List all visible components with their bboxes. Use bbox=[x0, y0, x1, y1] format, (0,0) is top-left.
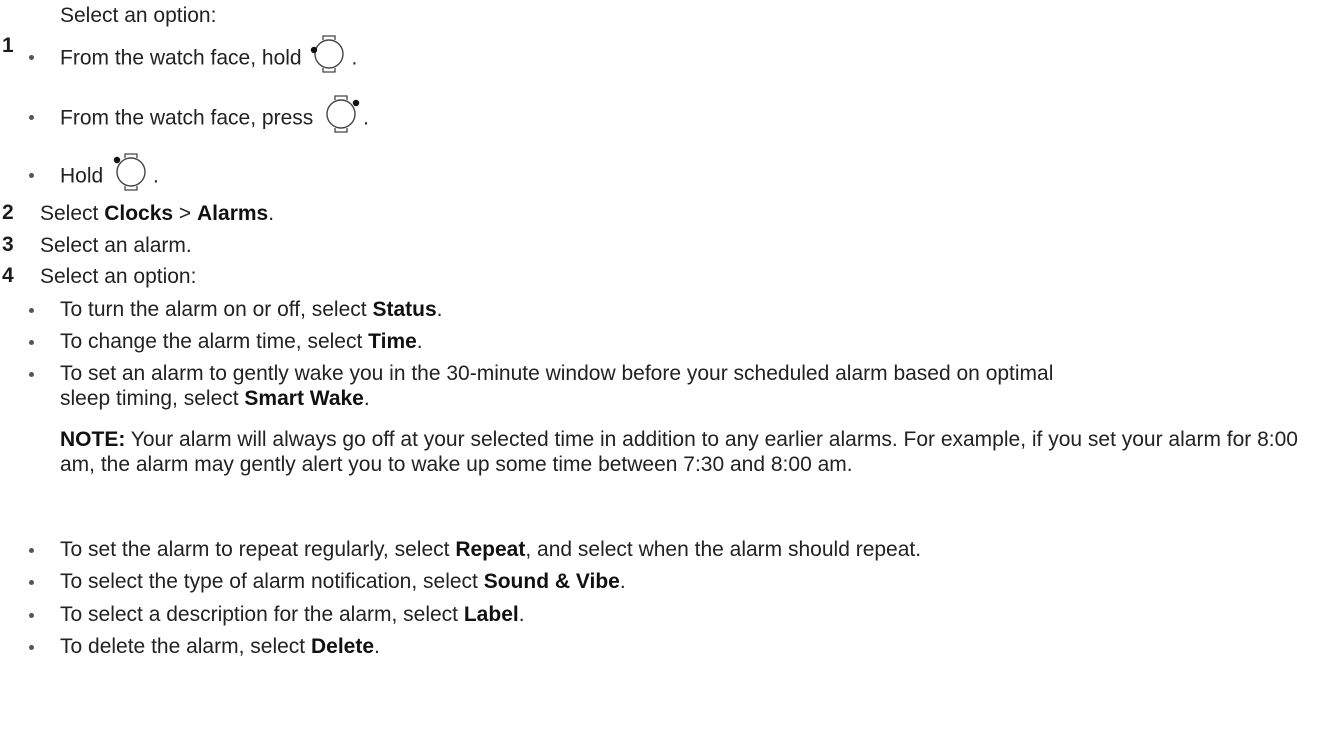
step-number: 2 bbox=[2, 201, 14, 224]
option-text: To delete the alarm, select bbox=[60, 635, 311, 658]
bullet bbox=[29, 580, 34, 585]
option-suffix: . bbox=[363, 106, 369, 130]
bullet bbox=[29, 115, 34, 120]
option-suffix: . bbox=[351, 46, 358, 70]
list-item: To delete the alarm, select Delete. bbox=[60, 634, 380, 660]
bullet bbox=[29, 55, 34, 60]
option-sound-vibe: Sound & Vibe bbox=[483, 570, 620, 593]
step-text: Select an option: bbox=[60, 4, 217, 27]
option-text: To set an alarm to gently wake you in th… bbox=[60, 362, 1054, 410]
list-item: To turn the alarm on or off, select Stat… bbox=[60, 297, 442, 323]
option-delete: Delete bbox=[310, 635, 374, 658]
bullet bbox=[29, 645, 34, 650]
option-text: . bbox=[374, 635, 380, 658]
watch-button-left-icon bbox=[309, 34, 349, 74]
menu-path-clocks: Clocks bbox=[104, 202, 174, 225]
step-text-part: > bbox=[173, 202, 198, 225]
list-item: To change the alarm time, select Time. bbox=[60, 329, 423, 355]
step-text: Select Clocks > Alarms. bbox=[40, 201, 274, 227]
step-text-part: Select bbox=[40, 202, 105, 225]
option-text: From the watch face, press bbox=[60, 106, 314, 130]
menu-path-alarms: Alarms bbox=[197, 202, 269, 225]
list-item: To set the alarm to repeat regularly, se… bbox=[60, 537, 921, 563]
option-smart-wake: Smart Wake bbox=[244, 387, 364, 410]
option-text: . bbox=[518, 603, 525, 626]
bullet bbox=[29, 613, 34, 618]
bullet bbox=[29, 308, 34, 313]
list-item: To select a description for the alarm, s… bbox=[60, 602, 525, 628]
option-text: To turn the alarm on or off, select bbox=[60, 298, 373, 321]
step-text: Select an alarm. bbox=[40, 234, 192, 257]
note-label: NOTE: bbox=[60, 428, 126, 451]
bullet bbox=[29, 340, 34, 345]
step-number: 3 bbox=[2, 233, 14, 256]
watch-button-top-left-icon bbox=[111, 152, 151, 192]
option-time: Time bbox=[368, 330, 417, 353]
option-text: . bbox=[619, 570, 626, 593]
option-text: To set the alarm to repeat regularly, se… bbox=[60, 538, 456, 561]
watch-button-right-icon bbox=[321, 94, 361, 134]
list-item: To select the type of alarm notification… bbox=[60, 569, 626, 595]
option-text: To select the type of alarm notification… bbox=[60, 570, 484, 593]
option-text: . bbox=[436, 298, 443, 321]
bullet bbox=[29, 372, 34, 377]
option-suffix: . bbox=[153, 164, 159, 188]
bullet bbox=[29, 173, 34, 178]
option-text: Hold bbox=[60, 164, 104, 188]
note: NOTE: Your alarm will always go off at y… bbox=[60, 427, 1320, 477]
list-item: To set an alarm to gently wake you in th… bbox=[60, 361, 1090, 411]
option-text: , and select when the alarm should repea… bbox=[525, 538, 922, 561]
option-text: . bbox=[416, 330, 423, 353]
step-number: 4 bbox=[2, 264, 14, 287]
list-item: From the watch face, hold . bbox=[60, 35, 358, 74]
note-text: Your alarm will always go off at your se… bbox=[60, 428, 1298, 476]
option-status: Status bbox=[372, 298, 437, 321]
option-text: . bbox=[363, 387, 370, 410]
option-text: From the watch face, hold bbox=[60, 46, 302, 70]
list-item: Hold . bbox=[60, 153, 159, 192]
option-text: To change the alarm time, select bbox=[60, 330, 369, 353]
list-item: From the watch face, press . bbox=[60, 95, 369, 134]
option-text: To select a description for the alarm, s… bbox=[60, 603, 464, 626]
bullet bbox=[29, 548, 34, 553]
option-repeat: Repeat bbox=[455, 538, 526, 561]
step-text: Select an option: bbox=[40, 265, 197, 288]
step-text-part: . bbox=[268, 202, 275, 225]
option-label: Label bbox=[463, 603, 519, 626]
step-number: 1 bbox=[2, 34, 14, 57]
